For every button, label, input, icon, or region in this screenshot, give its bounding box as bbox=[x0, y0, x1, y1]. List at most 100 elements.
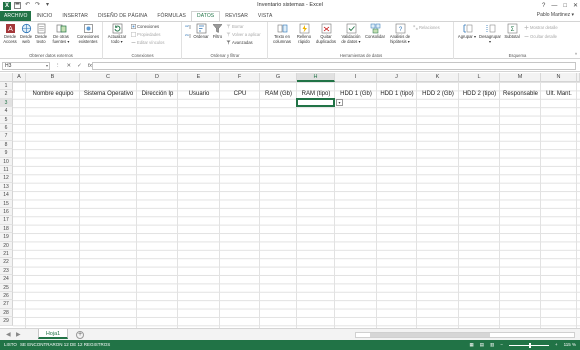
row-header-29[interactable]: 29 bbox=[0, 317, 13, 326]
row-header-5[interactable]: 5 bbox=[0, 115, 13, 124]
prev-sheet-icon[interactable]: ◀ bbox=[6, 331, 11, 339]
column-header-d[interactable]: D bbox=[137, 73, 178, 82]
consolidar-button[interactable]: Consolidar bbox=[364, 23, 386, 40]
header-cell-m2[interactable]: Responsable bbox=[500, 90, 541, 98]
row-header-7[interactable]: 7 bbox=[0, 132, 13, 141]
next-sheet-icon[interactable]: ▶ bbox=[16, 331, 21, 339]
row-header-22[interactable]: 22 bbox=[0, 258, 13, 267]
header-cell-d2[interactable]: Dirección Ip bbox=[137, 90, 178, 98]
tab-datos[interactable]: DATOS bbox=[190, 11, 221, 21]
sheet-tab-hoja1[interactable]: Hoja1 bbox=[38, 329, 68, 339]
conexiones-existentes-button[interactable]: Conexiones existentes bbox=[75, 23, 101, 44]
agrupar-button[interactable]: Agrupar ▾ bbox=[457, 23, 477, 40]
tab-insertar[interactable]: INSERTAR bbox=[57, 12, 93, 21]
row-header-28[interactable]: 28 bbox=[0, 308, 13, 318]
row-header-27[interactable]: 27 bbox=[0, 300, 13, 309]
close-icon[interactable]: ✕ bbox=[573, 2, 578, 9]
sort-za-icon[interactable]: ZA bbox=[185, 33, 191, 39]
row-header-21[interactable]: 21 bbox=[0, 250, 13, 259]
zoom-slider[interactable] bbox=[508, 342, 549, 348]
zoom-slider-knob[interactable] bbox=[528, 342, 531, 348]
cancel-entry-icon[interactable]: ✕ bbox=[67, 62, 72, 70]
scrollbar-thumb[interactable] bbox=[370, 333, 490, 337]
ocultar-detalle-button[interactable]: Ocultar detalle bbox=[524, 34, 557, 39]
row-header-8[interactable]: 8 bbox=[0, 140, 13, 150]
row-header-4[interactable]: 4 bbox=[0, 107, 13, 116]
column-header-b[interactable]: B bbox=[26, 73, 80, 82]
desagrupar-button[interactable]: Desagrupar ▾ bbox=[478, 23, 502, 44]
more-options-icon[interactable]: ⋮ bbox=[55, 62, 61, 70]
analisis-hipotesis-button[interactable]: ? Análisis de hipótesis ▾ bbox=[387, 23, 413, 44]
avanzadas-button[interactable]: Avanzadas bbox=[226, 40, 253, 45]
zoom-in-icon[interactable]: + bbox=[555, 340, 558, 350]
row-header-13[interactable]: 13 bbox=[0, 182, 13, 192]
actualizar-todo-button[interactable]: Actualizar todo ▾ bbox=[106, 23, 128, 44]
otras-fuentes-button[interactable]: De otras fuentes ▾ bbox=[49, 23, 73, 44]
row-header-2[interactable]: 2 bbox=[0, 90, 13, 99]
row-header-6[interactable]: 6 bbox=[0, 124, 13, 133]
tab-revisar[interactable]: REVISAR bbox=[220, 12, 253, 21]
horizontal-scrollbar[interactable] bbox=[355, 332, 575, 338]
add-sheet-button[interactable]: + bbox=[76, 331, 84, 339]
confirm-entry-icon[interactable]: ✓ bbox=[77, 62, 82, 70]
propiedades-button[interactable]: Propiedades bbox=[131, 32, 161, 37]
row-header-26[interactable]: 26 bbox=[0, 292, 13, 301]
sort-az-icon[interactable]: AZ bbox=[185, 24, 191, 30]
row-header-17[interactable]: 17 bbox=[0, 216, 13, 225]
column-header-g[interactable]: G bbox=[260, 73, 297, 82]
header-cell-i2[interactable]: HDD 1 (Gb) bbox=[335, 90, 377, 98]
header-cell-f2[interactable]: CPU bbox=[220, 90, 260, 98]
conexiones-button[interactable]: Conexiones bbox=[131, 24, 159, 29]
save-icon[interactable] bbox=[14, 2, 21, 9]
header-cell-c2[interactable]: Sistema Operativo bbox=[80, 90, 137, 98]
mostrar-detalle-button[interactable]: Mostrar detalle bbox=[524, 25, 558, 30]
row-header-24[interactable]: 24 bbox=[0, 275, 13, 284]
desde-texto-button[interactable]: Desde texto bbox=[34, 23, 48, 44]
row-header-23[interactable]: 23 bbox=[0, 266, 13, 276]
row-header-25[interactable]: 25 bbox=[0, 283, 13, 292]
column-header-l[interactable]: L bbox=[459, 73, 500, 82]
redo-icon[interactable]: ↷ bbox=[34, 2, 41, 9]
normal-view-icon[interactable]: ▦ bbox=[469, 340, 473, 350]
header-cell-e2[interactable]: Usuario bbox=[178, 90, 220, 98]
header-cell-j2[interactable]: HDD 1 (tipo) bbox=[377, 90, 417, 98]
editar-vinculos-button[interactable]: Editar vínculos bbox=[131, 40, 164, 45]
volver-aplicar-button[interactable]: Volver a aplicar bbox=[226, 32, 261, 37]
undo-icon[interactable]: ↶ bbox=[24, 2, 31, 9]
column-header-a[interactable]: A bbox=[13, 73, 26, 82]
column-header-e[interactable]: E bbox=[178, 73, 220, 82]
texto-columnas-button[interactable]: Texto en columnas bbox=[271, 23, 293, 44]
user-account[interactable]: Pablo Martinez ▾ bbox=[537, 11, 574, 20]
collapse-ribbon-icon[interactable]: ^ bbox=[575, 52, 577, 57]
validacion-datos-button[interactable]: Validación de datos ▾ bbox=[339, 23, 363, 44]
tab-inicio[interactable]: INICIO bbox=[31, 12, 57, 21]
name-box[interactable]: H3 ▾ bbox=[2, 62, 50, 70]
chevron-down-icon[interactable]: ▾ bbox=[46, 63, 48, 69]
quitar-duplicados-button[interactable]: Quitar duplicados bbox=[314, 23, 338, 44]
borrar-filter-button[interactable]: Borrar bbox=[226, 24, 244, 29]
row-header-3[interactable]: 3 bbox=[0, 98, 13, 108]
column-header-j[interactable]: J bbox=[377, 73, 417, 82]
column-header-i[interactable]: I bbox=[335, 73, 377, 82]
column-header-m[interactable]: M bbox=[500, 73, 541, 82]
row-header-11[interactable]: 11 bbox=[0, 166, 13, 175]
header-cell-g2[interactable]: RAM (Gb) bbox=[260, 90, 297, 98]
page-layout-icon[interactable]: ▤ bbox=[480, 340, 484, 350]
tab-vista[interactable]: VISTA bbox=[253, 12, 278, 21]
row-header-1[interactable]: 1 bbox=[0, 82, 13, 91]
tab-formulas[interactable]: FÓRMULAS bbox=[152, 12, 191, 21]
row-header-19[interactable]: 19 bbox=[0, 233, 13, 242]
zoom-level[interactable]: 115 % bbox=[564, 340, 576, 350]
help-icon[interactable]: ? bbox=[542, 3, 545, 9]
row-header-12[interactable]: 12 bbox=[0, 174, 13, 183]
header-cell-n2[interactable]: Ult. Mant. bbox=[541, 90, 577, 98]
maximize-icon[interactable]: □ bbox=[563, 3, 567, 9]
column-header-n[interactable]: N bbox=[541, 73, 577, 82]
column-header-k[interactable]: K bbox=[417, 73, 459, 82]
header-cell-k2[interactable]: HDD 2 (Gb) bbox=[417, 90, 459, 98]
customize-qat-icon[interactable]: ▾ bbox=[44, 2, 51, 9]
row-header-15[interactable]: 15 bbox=[0, 199, 13, 208]
select-all-corner[interactable] bbox=[0, 73, 13, 82]
column-header-f[interactable]: F bbox=[220, 73, 260, 82]
row-header-10[interactable]: 10 bbox=[0, 157, 13, 166]
